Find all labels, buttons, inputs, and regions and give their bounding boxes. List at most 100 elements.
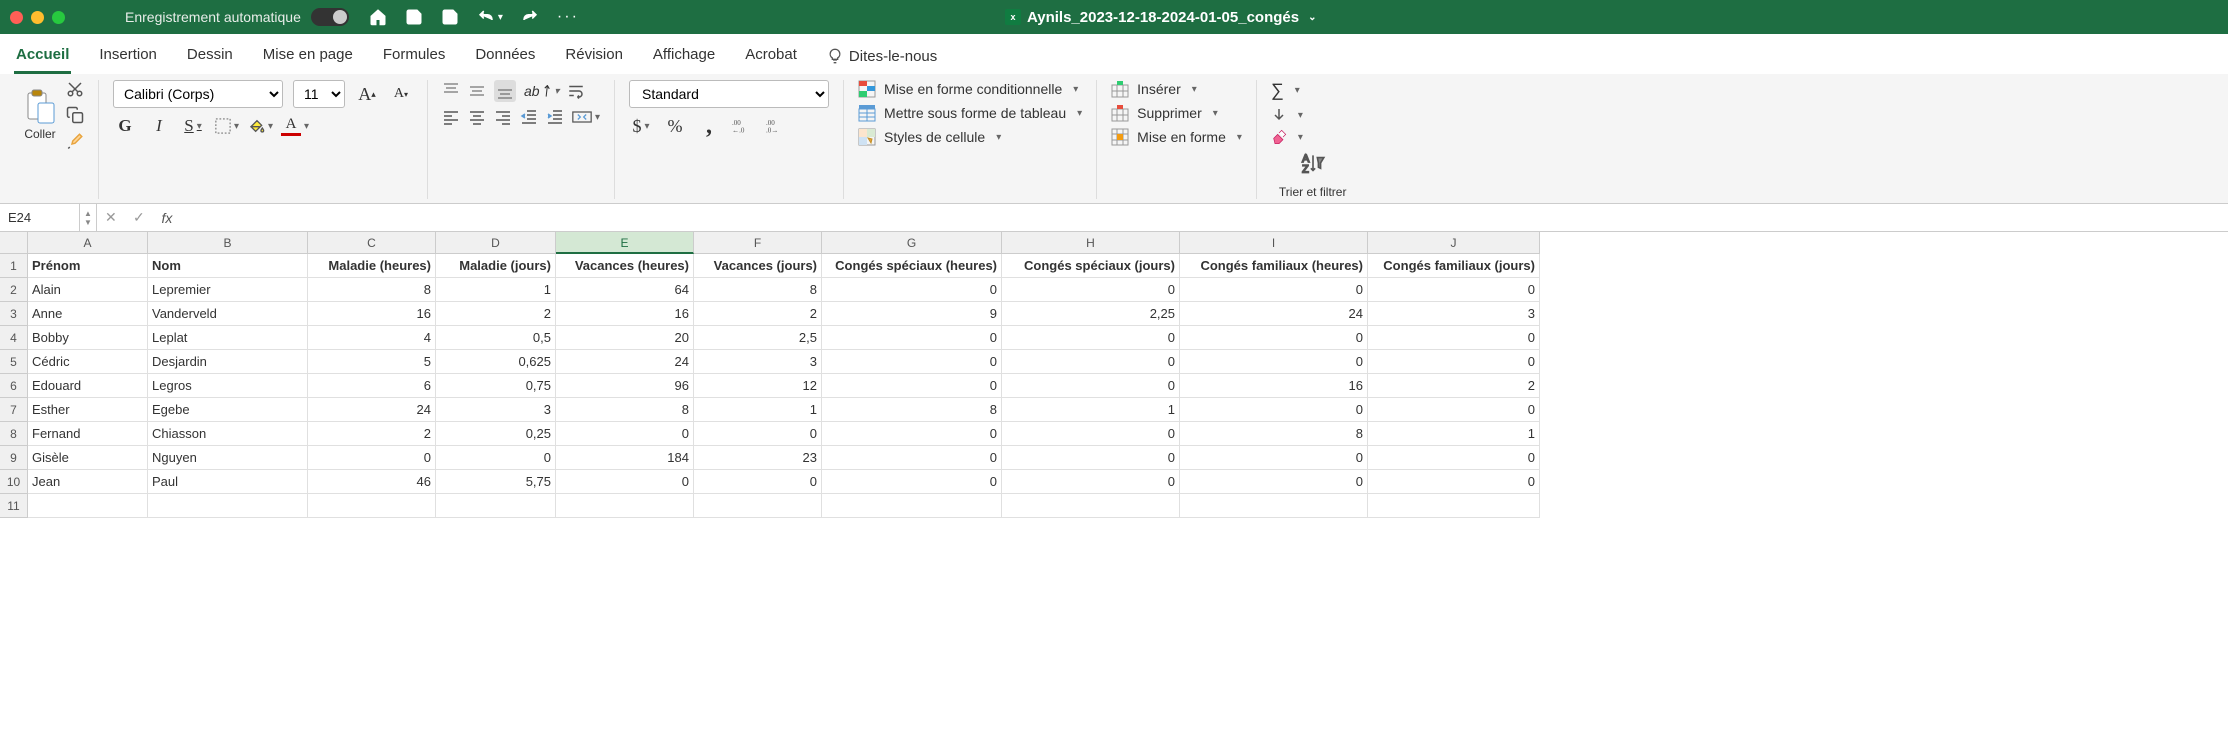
cell[interactable]: 0	[1180, 398, 1368, 422]
maximize-window-button[interactable]	[52, 11, 65, 24]
cell[interactable]: 8	[556, 398, 694, 422]
fx-icon[interactable]: fx	[153, 210, 181, 226]
increase-indent-icon[interactable]	[546, 108, 564, 126]
row-header-6[interactable]: 6	[0, 374, 28, 398]
cell[interactable]: 24	[556, 350, 694, 374]
cell[interactable]: Anne	[28, 302, 148, 326]
cell[interactable]: 0,75	[436, 374, 556, 398]
cell[interactable]: 64	[556, 278, 694, 302]
cell[interactable]	[148, 494, 308, 518]
cell[interactable]: 0	[1002, 446, 1180, 470]
cell[interactable]	[436, 494, 556, 518]
align-center-icon[interactable]	[468, 108, 486, 126]
tab-formules[interactable]: Formules	[381, 40, 448, 74]
cell[interactable]: Bobby	[28, 326, 148, 350]
cell[interactable]	[308, 494, 436, 518]
autosave-toggle[interactable]	[311, 8, 349, 26]
undo-icon[interactable]: ▾	[477, 8, 503, 26]
row-header-10[interactable]: 10	[0, 470, 28, 494]
cell[interactable]: 5	[308, 350, 436, 374]
row-header-9[interactable]: 9	[0, 446, 28, 470]
confirm-formula-icon[interactable]: ✓	[125, 209, 153, 226]
cell[interactable]: Gisèle	[28, 446, 148, 470]
home-icon[interactable]	[369, 8, 387, 26]
cell[interactable]: 0	[822, 446, 1002, 470]
increase-font-icon[interactable]: A▴	[355, 82, 379, 106]
cell[interactable]: Congés spéciaux (heures)	[822, 254, 1002, 278]
cell[interactable]: 0	[1002, 278, 1180, 302]
align-left-icon[interactable]	[442, 108, 460, 126]
percent-icon[interactable]: %	[663, 114, 687, 138]
cell[interactable]	[694, 494, 822, 518]
cell[interactable]: 0	[1368, 398, 1540, 422]
insert-cells-button[interactable]: Insérer▾	[1111, 80, 1242, 98]
cell[interactable]: 1	[1368, 422, 1540, 446]
cell[interactable]: 0	[1002, 374, 1180, 398]
cell[interactable]: 1	[1002, 398, 1180, 422]
cell[interactable]: 96	[556, 374, 694, 398]
cell[interactable]: 0	[694, 422, 822, 446]
align-top-icon[interactable]	[442, 82, 460, 100]
align-bottom-icon[interactable]	[494, 80, 516, 102]
cell[interactable]: 184	[556, 446, 694, 470]
close-window-button[interactable]	[10, 11, 23, 24]
merge-cells-icon[interactable]: ▾	[572, 108, 600, 126]
cell[interactable]: 16	[308, 302, 436, 326]
decrease-indent-icon[interactable]	[520, 108, 538, 126]
tab-acrobat[interactable]: Acrobat	[743, 40, 799, 74]
wrap-text-icon[interactable]	[567, 82, 585, 100]
delete-cells-button[interactable]: Supprimer▾	[1111, 104, 1242, 122]
column-header-D[interactable]: D	[436, 232, 556, 254]
tab-insertion[interactable]: Insertion	[97, 40, 159, 74]
cell[interactable]: 23	[694, 446, 822, 470]
tab-revision[interactable]: Révision	[563, 40, 625, 74]
cell[interactable]: 0	[822, 278, 1002, 302]
cell[interactable]: 0,5	[436, 326, 556, 350]
column-header-G[interactable]: G	[822, 232, 1002, 254]
document-title[interactable]: x Aynils_2023-12-18-2024-01-05_congés ⌄	[1005, 9, 1317, 26]
minimize-window-button[interactable]	[31, 11, 44, 24]
cancel-formula-icon[interactable]: ✕	[97, 209, 125, 226]
cell[interactable]: 0	[822, 422, 1002, 446]
cell[interactable]: 8	[694, 278, 822, 302]
cell[interactable]: Edouard	[28, 374, 148, 398]
font-size-select[interactable]: 11	[293, 80, 345, 108]
cell[interactable]: 2	[308, 422, 436, 446]
align-right-icon[interactable]	[494, 108, 512, 126]
cell[interactable]: 1	[694, 398, 822, 422]
cell[interactable]: 0	[1180, 326, 1368, 350]
cell[interactable]: Vanderveld	[148, 302, 308, 326]
conditional-format-button[interactable]: Mise en forme conditionnelle▾	[858, 80, 1082, 98]
cell[interactable]: 0	[1002, 470, 1180, 494]
decrease-decimal-icon[interactable]: .00.0→	[765, 114, 789, 138]
cell[interactable]: 2,25	[1002, 302, 1180, 326]
cut-icon[interactable]	[66, 80, 84, 98]
cell[interactable]: 5,75	[436, 470, 556, 494]
cell[interactable]: 24	[1180, 302, 1368, 326]
cell[interactable]: Nom	[148, 254, 308, 278]
cell[interactable]: 4	[308, 326, 436, 350]
column-header-I[interactable]: I	[1180, 232, 1368, 254]
cell[interactable]: 16	[556, 302, 694, 326]
cell[interactable]: Chiasson	[148, 422, 308, 446]
cell[interactable]: Congés familiaux (jours)	[1368, 254, 1540, 278]
row-header-2[interactable]: 2	[0, 278, 28, 302]
name-box-spinner[interactable]: ▲▼	[80, 204, 97, 231]
cell[interactable]: 0	[1002, 422, 1180, 446]
autosum-button[interactable]: ∑▾	[1271, 80, 1347, 101]
column-header-C[interactable]: C	[308, 232, 436, 254]
cell[interactable]: Egebe	[148, 398, 308, 422]
cell[interactable]: 0	[1368, 326, 1540, 350]
fill-button[interactable]: ▾	[1271, 107, 1347, 123]
column-header-F[interactable]: F	[694, 232, 822, 254]
cell[interactable]: 0	[1002, 350, 1180, 374]
sort-filter-button[interactable]: AZ Trier et filtrer	[1279, 151, 1347, 199]
cell[interactable]: 3	[1368, 302, 1540, 326]
cell[interactable]: 2,5	[694, 326, 822, 350]
cell[interactable]: Leplat	[148, 326, 308, 350]
cell[interactable]: Fernand	[28, 422, 148, 446]
row-header-4[interactable]: 4	[0, 326, 28, 350]
cell[interactable]	[1368, 494, 1540, 518]
cell[interactable]: Nguyen	[148, 446, 308, 470]
cell[interactable]: 8	[822, 398, 1002, 422]
